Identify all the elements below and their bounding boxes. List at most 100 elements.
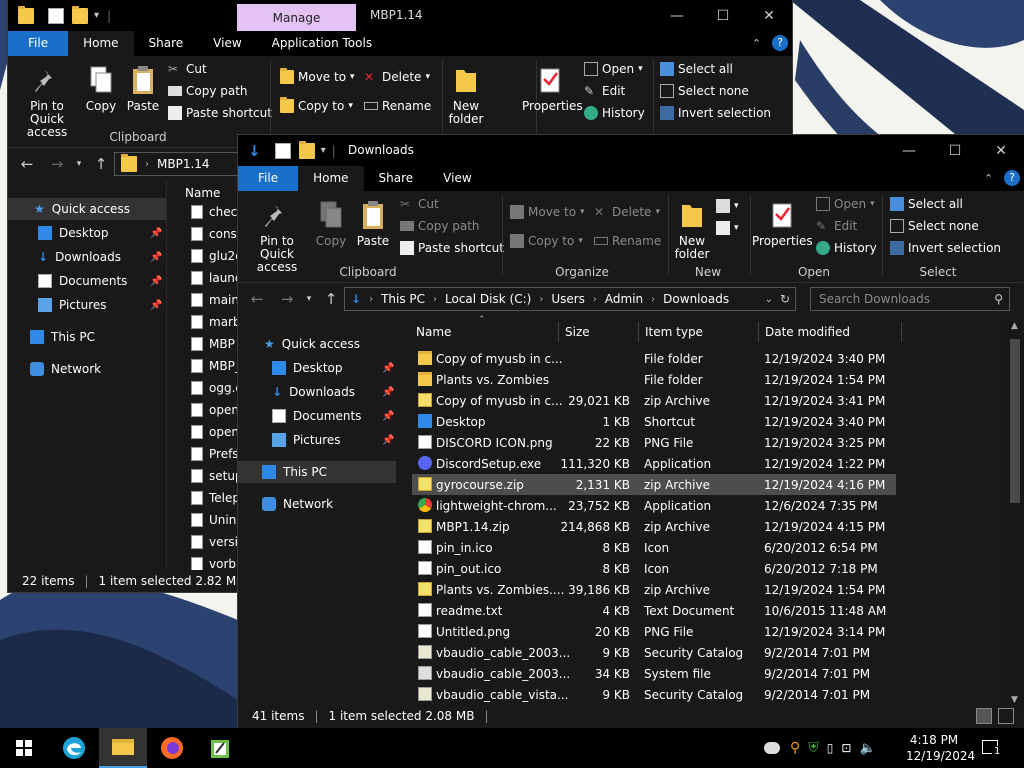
up-button[interactable]: ↑ bbox=[86, 155, 116, 173]
copy-to-button[interactable]: Copy to ▾ bbox=[280, 97, 353, 113]
properties-icon[interactable] bbox=[274, 142, 291, 159]
file-row[interactable]: Telepo bbox=[167, 488, 247, 508]
file-row[interactable]: lightweight-chrom... 23,752 KB Application… bbox=[412, 495, 896, 516]
discord-tray-icon[interactable] bbox=[764, 742, 780, 754]
taskbar-notepad-button[interactable] bbox=[196, 728, 244, 768]
properties-button[interactable]: Properties bbox=[522, 64, 583, 113]
file-row[interactable]: vbaudio_cable_2003... 34 KB System file 9/2… bbox=[412, 663, 896, 684]
copy-to-button[interactable]: Copy to ▾ bbox=[510, 234, 583, 248]
file-row[interactable]: MBP H bbox=[167, 334, 247, 354]
move-to-button[interactable]: Move to ▾ bbox=[510, 205, 585, 219]
new-folder-button[interactable]: New folder bbox=[444, 64, 488, 126]
nav-desktop[interactable]: Desktop bbox=[38, 222, 109, 244]
copy-button[interactable]: Copy bbox=[84, 64, 118, 113]
nav-network[interactable]: Network bbox=[262, 493, 333, 515]
start-button[interactable] bbox=[0, 728, 48, 768]
paste-button[interactable]: Paste bbox=[354, 199, 392, 248]
select-all-button[interactable]: Select all bbox=[660, 62, 733, 76]
file-row[interactable]: Uninst bbox=[167, 510, 247, 530]
history-button[interactable]: History bbox=[816, 241, 877, 255]
tab-application-tools[interactable]: Application Tools bbox=[257, 31, 387, 56]
security-tray-icon[interactable]: ⛨ bbox=[808, 740, 819, 756]
file-row[interactable]: Untitled.png 20 KB PNG File 12/19/2024 3:14… bbox=[412, 621, 896, 642]
file-row[interactable]: readme.txt 4 KB Text Document 10/6/2015 11:… bbox=[412, 600, 896, 621]
nav-pictures[interactable]: Pictures bbox=[272, 429, 341, 451]
select-all-button[interactable]: Select all bbox=[890, 197, 963, 211]
file-row[interactable]: checker bbox=[167, 202, 247, 222]
title-bar[interactable]: ↓ ▾ | Downloads — ☐ ✕ bbox=[238, 135, 1024, 166]
pin-to-quick-access-button[interactable]: Pin to Quick access bbox=[242, 199, 312, 274]
properties-icon[interactable] bbox=[48, 7, 64, 24]
nav-downloads[interactable]: ↓ Downloads bbox=[38, 246, 121, 268]
file-row[interactable]: pin_in.ico 8 KB Icon 6/20/2012 6:54 PM bbox=[412, 537, 896, 558]
move-to-button[interactable]: Move to ▾ bbox=[280, 68, 355, 84]
recent-locations-icon[interactable]: ▾ bbox=[302, 294, 316, 304]
up-button[interactable]: ↑ bbox=[316, 290, 346, 308]
rename-button[interactable]: Rename bbox=[594, 234, 661, 248]
search-tray-icon[interactable]: ⚲ bbox=[790, 740, 800, 756]
file-row[interactable]: ogg.dl bbox=[167, 378, 247, 398]
details-view-icon[interactable] bbox=[976, 708, 992, 724]
volume-icon[interactable]: 🔈 bbox=[859, 741, 875, 756]
column-header-date-modified[interactable]: Date modified bbox=[765, 325, 850, 339]
title-bar[interactable]: ▾ | Manage MBP1.14 — ☐ ✕ bbox=[8, 0, 792, 31]
scrollbar-thumb[interactable] bbox=[1010, 339, 1020, 503]
taskbar-file-explorer-button[interactable] bbox=[99, 728, 147, 768]
nav-downloads[interactable]: ↓ Downloads bbox=[272, 381, 355, 403]
file-row[interactable]: launch bbox=[167, 268, 247, 288]
battery-icon[interactable]: ▯ bbox=[827, 741, 834, 755]
open-button[interactable]: Open ▾ bbox=[584, 62, 643, 76]
file-row[interactable]: gyrocourse.zip 2,131 KB zip Archive 12/19/2… bbox=[412, 474, 896, 495]
cut-button[interactable]: ✂ Cut bbox=[400, 197, 439, 211]
qat-dropdown-icon[interactable]: ▾ bbox=[94, 10, 99, 21]
tab-file[interactable]: File bbox=[238, 166, 299, 191]
notification-center-button[interactable]: 1 bbox=[980, 738, 1003, 758]
file-row[interactable]: Copy of myusb in c... File folder 12/19/20… bbox=[412, 348, 896, 369]
maximize-button[interactable]: ☐ bbox=[700, 0, 746, 31]
back-button[interactable]: ← bbox=[242, 290, 272, 308]
column-header-size[interactable]: Size bbox=[565, 325, 590, 339]
select-none-button[interactable]: Select none bbox=[660, 84, 749, 98]
paste-button[interactable]: Paste bbox=[124, 64, 162, 113]
nav-network[interactable]: Network bbox=[30, 358, 101, 380]
close-button[interactable]: ✕ bbox=[746, 0, 792, 31]
tab-share[interactable]: Share bbox=[364, 166, 429, 191]
rename-button[interactable]: Rename bbox=[364, 99, 431, 113]
edit-button[interactable]: ✎ Edit bbox=[816, 219, 857, 233]
new-folder-icon[interactable] bbox=[72, 5, 88, 24]
file-row[interactable]: PrefsC bbox=[167, 444, 247, 464]
breadcrumb-local-disk[interactable]: Local Disk (C:) bbox=[445, 292, 531, 306]
help-icon[interactable]: ? bbox=[772, 35, 788, 51]
file-row[interactable]: marbl bbox=[167, 312, 247, 332]
file-row[interactable]: main.c bbox=[167, 290, 247, 310]
scroll-up-icon[interactable]: ▲ bbox=[1011, 321, 1018, 331]
nav-desktop[interactable]: Desktop bbox=[272, 357, 343, 379]
help-icon[interactable]: ? bbox=[1004, 170, 1020, 186]
tab-view[interactable]: View bbox=[428, 166, 486, 191]
tab-file[interactable]: File bbox=[8, 31, 69, 56]
file-row[interactable]: setup. bbox=[167, 466, 247, 486]
large-icons-view-icon[interactable] bbox=[998, 708, 1014, 724]
file-row[interactable]: MBP_l bbox=[167, 356, 247, 376]
paste-shortcut-button[interactable]: Paste shortcut bbox=[400, 241, 504, 255]
nav-quick-access[interactable]: ★ Quick access bbox=[264, 333, 360, 355]
column-header-name[interactable]: Name bbox=[185, 186, 220, 200]
nav-this-pc[interactable]: This PC bbox=[30, 326, 95, 348]
column-header-item-type[interactable]: Item type bbox=[645, 325, 703, 339]
address-bar[interactable]: ↓ › This PC › Local Disk (C:) › Users › … bbox=[344, 287, 796, 311]
back-button[interactable]: ← bbox=[12, 155, 42, 173]
file-row[interactable]: MBP1.14.zip 214,868 KB zip Archive 12/19/20… bbox=[412, 516, 896, 537]
file-row[interactable]: DiscordSetup.exe 111,320 KB Application 12/… bbox=[412, 453, 896, 474]
close-button[interactable]: ✕ bbox=[978, 135, 1024, 166]
invert-selection-button[interactable]: Invert selection bbox=[890, 241, 1001, 255]
nav-documents[interactable]: Documents bbox=[272, 405, 361, 427]
breadcrumb-this-pc[interactable]: This PC bbox=[381, 292, 425, 306]
breadcrumb-users[interactable]: Users bbox=[551, 292, 585, 306]
forward-button[interactable]: → bbox=[272, 290, 302, 308]
new-item-button[interactable]: ▾ bbox=[716, 199, 739, 213]
file-row[interactable]: pin_out.ico 8 KB Icon 6/20/2012 7:18 PM bbox=[412, 558, 896, 579]
invert-selection-button[interactable]: Invert selection bbox=[660, 106, 771, 120]
properties-button[interactable]: Properties bbox=[752, 199, 813, 248]
file-row[interactable]: Plants vs. Zombies File folder 12/19/2024 … bbox=[412, 369, 896, 390]
tab-share[interactable]: Share bbox=[134, 31, 199, 56]
